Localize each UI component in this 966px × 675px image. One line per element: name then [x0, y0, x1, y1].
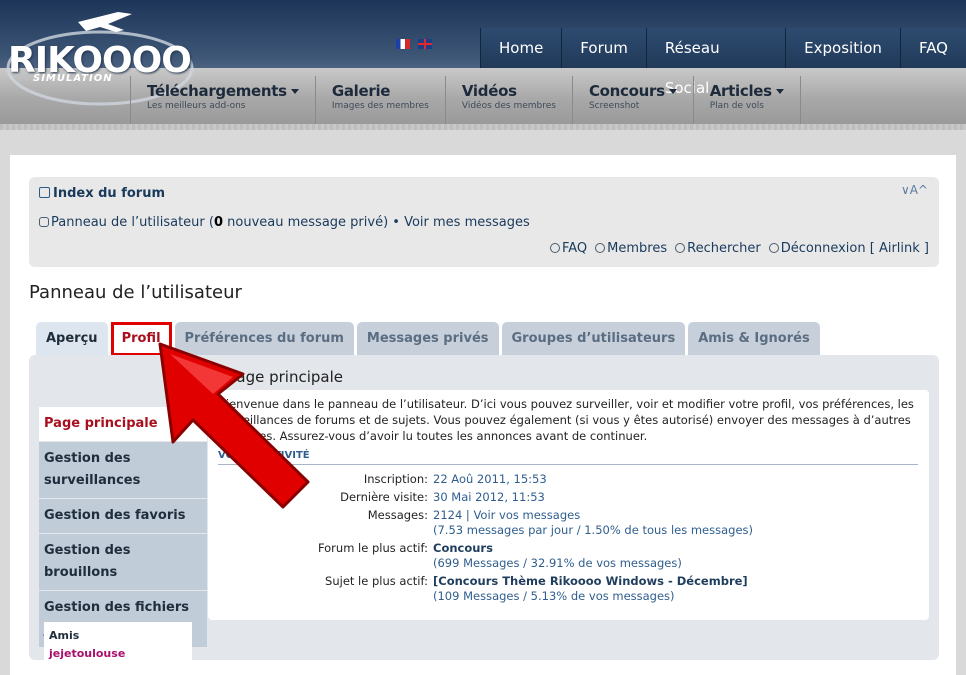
- subnav-subtitle: Plan de vols: [709, 101, 764, 111]
- ucp-link[interactable]: Panneau de l’utilisateur (: [51, 215, 214, 230]
- stat-label: Forum le plus actif:: [317, 541, 428, 555]
- quick-link-label: FAQ: [561, 241, 588, 256]
- subnav-galerie[interactable]: Galerie Images des membres: [316, 76, 446, 124]
- page-title: Panneau de l’utilisateur: [29, 282, 242, 303]
- quick-links: FAQ Membres Rechercher Déconnexion [ Air…: [549, 241, 929, 256]
- stat-detail: (699 Messages / 32.91% de vos messages): [433, 556, 682, 570]
- subnav-title: Concours: [588, 82, 665, 100]
- breadcrumb[interactable]: Index du forum: [39, 186, 165, 201]
- activity-stats: Inscription: 22 Aoû 2011, 15:53 Dernière…: [218, 472, 918, 607]
- chevron-down-icon: [775, 89, 784, 94]
- subnav-title: Galerie: [331, 82, 391, 100]
- stat-value-link[interactable]: Concours: [433, 541, 682, 556]
- subnav-concours[interactable]: Concours Screenshot: [573, 76, 694, 124]
- sub-navigation: Téléchargements Les meilleurs add-ons Ga…: [130, 76, 801, 124]
- stat-row: Dernière visite: 30 Mai 2012, 11:53: [218, 490, 918, 505]
- stat-detail: (109 Messages / 5.13% de vos messages): [433, 589, 675, 603]
- chevron-down-icon: [290, 89, 299, 94]
- site-header: RIKOOOO SIMULATION Home Forum Réseau Soc…: [0, 0, 966, 130]
- help-icon: [549, 243, 560, 253]
- font-size-control[interactable]: ∨A^: [901, 183, 928, 197]
- nav-forum[interactable]: Forum: [561, 28, 646, 68]
- nav-exposition[interactable]: Exposition: [785, 28, 900, 68]
- members-icon: [595, 243, 606, 253]
- quick-link-members[interactable]: Membres: [595, 241, 667, 256]
- logo-tagline: SIMULATION: [33, 73, 113, 84]
- top-navigation: Home Forum Réseau Social Exposition FAQ: [480, 28, 966, 97]
- nav-social[interactable]: Réseau Social: [645, 28, 786, 97]
- search-icon: [675, 243, 686, 253]
- power-icon: [768, 243, 779, 253]
- stat-value-link[interactable]: 2124 | Voir vos messages: [433, 508, 753, 523]
- annotation-arrow-icon: [158, 342, 310, 509]
- tab-messages-prives[interactable]: Messages privés: [356, 322, 499, 356]
- friends-label: Amis: [49, 629, 80, 642]
- subnav-subtitle: Vidéos des membres: [461, 101, 556, 111]
- language-flags: [396, 39, 432, 49]
- breadcrumb-index[interactable]: Index du forum: [53, 186, 165, 201]
- pm-text[interactable]: nouveau message privé) • Voir mes messag…: [223, 215, 530, 230]
- stat-value: 30 Mai 2012, 11:53: [433, 490, 545, 504]
- activity-heading: VOTRE ACTIVITÉ: [218, 450, 918, 465]
- stat-detail: (7.53 messages par jour / 1.50% de tous …: [433, 523, 754, 537]
- stat-label: Sujet le plus actif:: [325, 574, 428, 588]
- chevron-down-icon: [668, 89, 677, 94]
- friends-box: Amis jejetoulouse: [44, 622, 192, 662]
- friend-link[interactable]: jejetoulouse: [49, 647, 192, 660]
- tab-groupes[interactable]: Groupes d’utilisateurs: [501, 322, 686, 356]
- stat-row: Forum le plus actif: Concours (699 Messag…: [218, 541, 918, 571]
- users-icon: [39, 217, 49, 227]
- stat-row: Messages: 2124 | Voir vos messages (7.53 …: [218, 508, 918, 538]
- stat-row: Sujet le plus actif: [Concours Thème Rik…: [218, 574, 918, 604]
- tab-apercu[interactable]: Aperçu: [36, 322, 108, 356]
- subnav-title: Téléchargements: [147, 82, 287, 100]
- stat-value: 22 Aoû 2011, 15:53: [433, 472, 547, 486]
- subnav-subtitle: Images des membres: [331, 101, 429, 111]
- french-flag-icon[interactable]: [396, 39, 410, 49]
- subnav-telechargements[interactable]: Téléchargements Les meilleurs add-ons: [130, 76, 316, 124]
- subnav-videos[interactable]: Vidéos Vidéos des membres: [446, 76, 573, 124]
- quick-link-faq[interactable]: FAQ: [549, 241, 588, 256]
- subnav-title: Vidéos: [461, 82, 517, 100]
- subnav-articles[interactable]: Articles Plan de vols: [694, 76, 801, 124]
- quick-link-label: Déconnexion [ Airlink ]: [780, 241, 929, 256]
- intro-text: Bienvenue dans le panneau de l’utilisate…: [218, 397, 914, 443]
- pm-count: 0: [213, 215, 224, 230]
- home-icon: [39, 187, 50, 198]
- nav-home[interactable]: Home: [480, 28, 562, 68]
- subnav-subtitle: Les meilleurs add-ons: [147, 101, 246, 111]
- ucp-link-line: Panneau de l’utilisateur (0 nouveau mess…: [39, 215, 530, 230]
- quick-link-label: Membres: [607, 241, 668, 256]
- quick-link-search[interactable]: Rechercher: [675, 241, 761, 256]
- stat-row: Inscription: 22 Aoû 2011, 15:53: [218, 472, 918, 487]
- nav-faq[interactable]: FAQ: [899, 28, 966, 68]
- sidebar-item-brouillons[interactable]: Gestion des brouillons: [39, 534, 207, 590]
- tab-amis-ignores[interactable]: Amis & Ignorés: [688, 322, 820, 356]
- subnav-subtitle: Screenshot: [588, 101, 640, 111]
- uk-flag-icon[interactable]: [418, 39, 432, 49]
- quick-link-label: Rechercher: [687, 241, 761, 256]
- stat-value-link[interactable]: [Concours Thème Rikoooo Windows - Décemb…: [433, 574, 748, 589]
- subnav-title: Articles: [709, 82, 772, 100]
- quick-link-logout[interactable]: Déconnexion [ Airlink ]: [768, 241, 929, 256]
